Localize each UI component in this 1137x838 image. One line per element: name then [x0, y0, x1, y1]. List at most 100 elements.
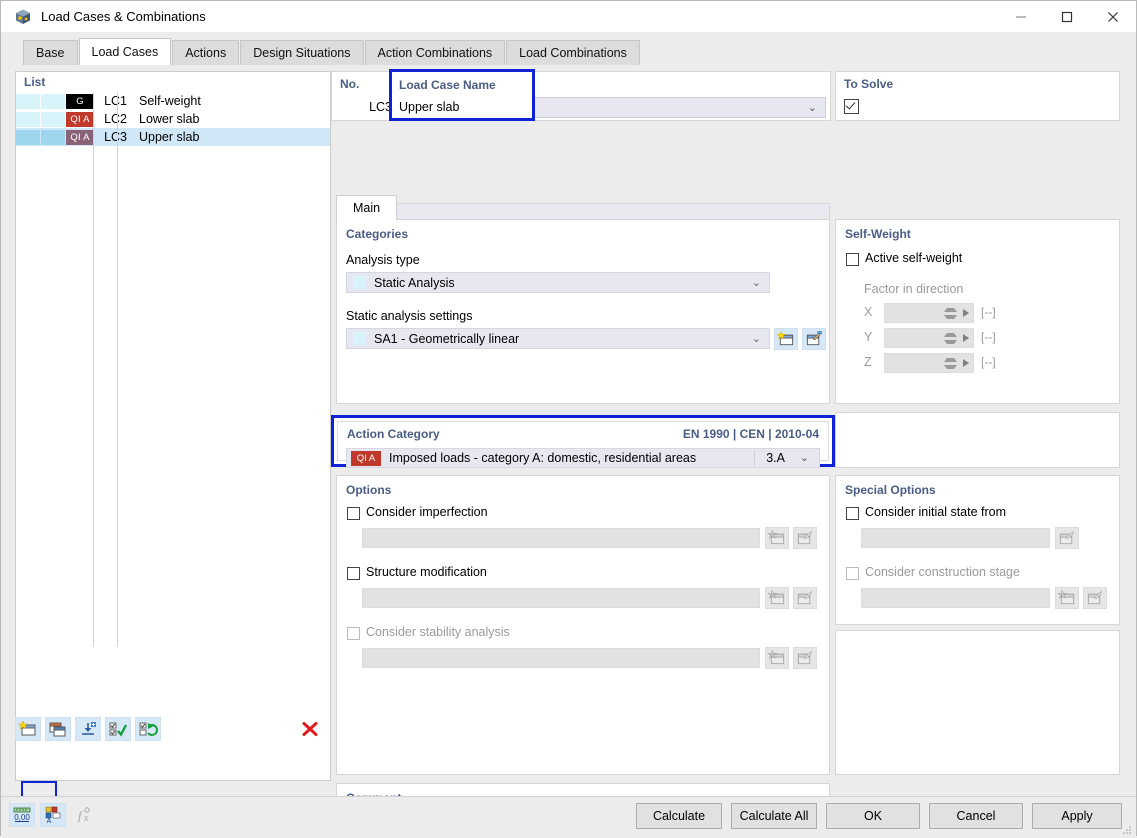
footer-bar: 0,00 A f x Calculate Calculate All OK Ca… — [1, 796, 1136, 836]
spinner-up-icon[interactable] — [944, 333, 957, 337]
edit-icon[interactable] — [793, 587, 817, 609]
select-all-icon[interactable] — [105, 717, 131, 741]
tab-base[interactable]: Base — [23, 40, 78, 65]
chevron-down-icon: ⌄ — [751, 277, 761, 289]
new-icon[interactable] — [765, 527, 789, 549]
tab-design-situations[interactable]: Design Situations — [240, 40, 364, 65]
consider-initial-state-checkbox[interactable] — [846, 507, 859, 520]
row-color-swatch-a — [16, 129, 40, 145]
table-row[interactable]: G LC1 Self-weight — [16, 92, 330, 110]
spinner-down-icon[interactable] — [944, 340, 957, 344]
row-color-swatch-b — [41, 111, 65, 127]
new-icon[interactable] — [765, 587, 789, 609]
invert-selection-icon[interactable] — [135, 717, 161, 741]
maximize-button[interactable] — [1044, 1, 1090, 32]
display-properties-icon[interactable]: A — [40, 803, 66, 827]
self-weight-factor-y-input[interactable] — [884, 328, 974, 348]
chevron-down-icon: ⌄ — [799, 452, 809, 464]
new-icon[interactable] — [1055, 587, 1079, 609]
new-icon[interactable] — [765, 647, 789, 669]
edit-icon[interactable] — [793, 647, 817, 669]
expand-arrow-icon[interactable] — [963, 309, 969, 317]
row-color-swatch-b — [41, 129, 65, 145]
load-case-list-panel: List G LC1 Self-weight QI A LC2 Lower sl… — [15, 71, 331, 781]
structure-modification-label: Structure modification — [366, 565, 487, 579]
axis-z-label: Z — [864, 355, 872, 369]
structure-modification-field[interactable] — [362, 588, 760, 608]
special-options-panel: Special Options Consider initial state f… — [835, 475, 1120, 625]
spinner-down-icon[interactable] — [944, 315, 957, 319]
ok-button[interactable]: OK — [826, 803, 920, 829]
spinner-up-icon[interactable] — [944, 308, 957, 312]
consider-construction-stage-checkbox[interactable] — [846, 567, 859, 580]
close-button[interactable] — [1090, 1, 1136, 32]
edit-icon[interactable] — [1055, 527, 1079, 549]
formula-icon: f x — [71, 803, 97, 827]
edit-icon[interactable] — [1083, 587, 1107, 609]
initial-state-field[interactable] — [861, 528, 1050, 548]
consider-imperfection-checkbox[interactable] — [347, 507, 360, 520]
imperfection-field[interactable] — [362, 528, 760, 548]
analysis-type-swatch — [353, 276, 366, 289]
resize-grip-icon[interactable] — [1122, 824, 1132, 834]
load-case-name: Self-weight — [139, 94, 201, 108]
cancel-button[interactable]: Cancel — [929, 803, 1023, 829]
table-row[interactable]: QI A LC2 Lower slab — [16, 110, 330, 128]
analysis-type-combo[interactable]: Static Analysis ⌄ — [346, 272, 770, 293]
tab-main[interactable]: Main — [336, 195, 398, 220]
minimize-button[interactable] — [998, 1, 1044, 32]
tab-action-combinations[interactable]: Action Combinations — [364, 40, 506, 65]
row-color-swatch-a — [16, 111, 40, 127]
svg-text:0,00: 0,00 — [14, 813, 30, 822]
spinner-down-icon[interactable] — [944, 365, 957, 369]
analysis-type-label: Analysis type — [346, 253, 420, 267]
calculate-all-button[interactable]: Calculate All — [731, 803, 817, 829]
load-case-name-label-hl: Load Case Name — [399, 78, 496, 92]
action-category-combo[interactable]: QI A Imposed loads - category A: domesti… — [346, 448, 820, 468]
copy-load-case-icon[interactable] — [45, 717, 71, 741]
action-category-panel: Action Category EN 1990 | CEN | 2010-04 … — [337, 421, 829, 468]
consider-stability-analysis-checkbox[interactable] — [347, 627, 360, 640]
expand-arrow-icon[interactable] — [963, 359, 969, 367]
active-self-weight-checkbox[interactable] — [846, 253, 859, 266]
dialog-body: List G LC1 Self-weight QI A LC2 Lower sl… — [1, 65, 1136, 836]
list-header: List — [16, 72, 330, 91]
apply-button[interactable]: Apply — [1032, 803, 1122, 829]
load-case-list[interactable]: G LC1 Self-weight QI A LC2 Lower slab QI… — [16, 92, 330, 647]
import-load-case-icon[interactable] — [75, 717, 101, 741]
new-load-case-icon[interactable] — [15, 717, 41, 741]
row-color-swatch-b — [41, 93, 65, 109]
to-solve-checkbox[interactable] — [844, 99, 859, 114]
structure-modification-checkbox[interactable] — [347, 567, 360, 580]
chevron-down-icon: ⌄ — [807, 102, 817, 114]
stability-analysis-field[interactable] — [362, 648, 760, 668]
self-weight-factor-x-input[interactable] — [884, 303, 974, 323]
list-title: List — [24, 75, 46, 89]
static-settings-combo[interactable]: SA1 - Geometrically linear ⌄ — [346, 328, 770, 349]
svg-text:x: x — [83, 813, 89, 824]
right-blank-panel-top — [835, 412, 1120, 468]
action-category-standard: EN 1990 | CEN | 2010-04 — [682, 427, 819, 441]
categories-panel: Categories Analysis type Static Analysis… — [336, 219, 830, 404]
consider-stability-analysis-label: Consider stability analysis — [366, 625, 510, 639]
calculate-button[interactable]: Calculate — [636, 803, 722, 829]
list-column-divider-2 — [117, 92, 118, 647]
footer-buttons: Calculate Calculate All OK Cancel Apply — [636, 803, 1122, 829]
tab-actions[interactable]: Actions — [172, 40, 240, 65]
no-value: LC3 — [369, 100, 392, 114]
expand-arrow-icon[interactable] — [963, 334, 969, 342]
tab-load-combinations[interactable]: Load Combinations — [506, 40, 640, 65]
edit-settings-icon[interactable] — [802, 328, 826, 350]
axis-y-label: Y — [864, 330, 873, 344]
analysis-type-value: Static Analysis — [374, 275, 455, 290]
construction-stage-field[interactable] — [861, 588, 1050, 608]
spinner-up-icon[interactable] — [944, 358, 957, 362]
new-settings-icon[interactable] — [774, 328, 798, 350]
table-row[interactable]: QI A LC3 Upper slab — [16, 128, 330, 146]
edit-icon[interactable] — [793, 527, 817, 549]
tab-load-cases[interactable]: Load Cases — [78, 38, 172, 65]
delete-icon[interactable] — [297, 717, 323, 741]
self-weight-factor-z-input[interactable] — [884, 353, 974, 373]
load-case-name: Upper slab — [139, 130, 200, 144]
units-icon[interactable]: 0,00 — [9, 803, 35, 827]
